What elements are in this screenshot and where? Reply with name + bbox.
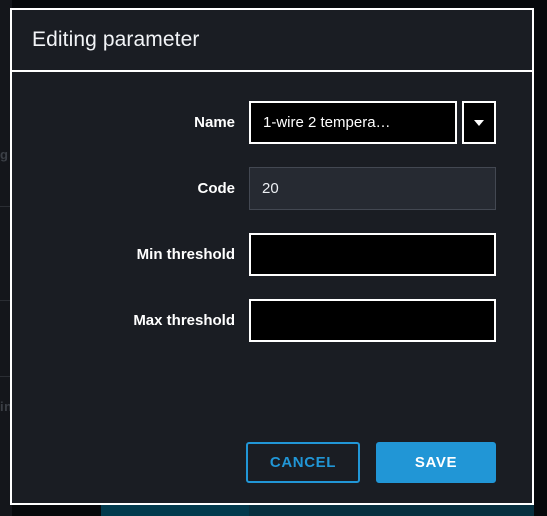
chevron-down-icon xyxy=(474,119,484,126)
min-threshold-label: Min threshold xyxy=(136,246,235,263)
editing-parameter-dialog: Editing parameter Name 1-wire 2 tempera…… xyxy=(10,8,534,505)
code-label: Code xyxy=(197,180,236,197)
dialog-header: Editing parameter xyxy=(12,10,532,72)
code-input xyxy=(249,167,496,210)
form-row-max-threshold: Max threshold xyxy=(12,299,532,342)
name-select-dropdown-button[interactable] xyxy=(462,101,496,144)
name-field-wrap: 1-wire 2 tempera… xyxy=(249,101,496,144)
backdrop-highlight-bar xyxy=(101,505,249,516)
dialog-body: Name 1-wire 2 tempera… Code Min threshol… xyxy=(12,72,532,503)
form-row-code: Code xyxy=(12,167,532,210)
save-button[interactable]: SAVE xyxy=(376,442,496,483)
max-threshold-input[interactable] xyxy=(249,299,496,342)
backdrop-divider xyxy=(0,206,10,207)
backdrop-ghost-text-1: g xyxy=(0,147,9,162)
name-select[interactable]: 1-wire 2 tempera… xyxy=(249,101,457,144)
dialog-title: Editing parameter xyxy=(32,28,200,51)
min-threshold-field-wrap xyxy=(249,233,496,276)
form-row-name: Name 1-wire 2 tempera… xyxy=(12,101,532,144)
backdrop-divider xyxy=(0,376,10,377)
backdrop-divider xyxy=(0,300,10,301)
min-threshold-input[interactable] xyxy=(249,233,496,276)
cancel-button[interactable]: CANCEL xyxy=(245,442,360,483)
backdrop-highlight-bar-secondary xyxy=(249,505,534,516)
max-threshold-label: Max threshold xyxy=(133,312,235,329)
form-row-min-threshold: Min threshold xyxy=(12,233,532,276)
dialog-action-bar: CANCEL SAVE xyxy=(12,442,496,483)
name-label: Name xyxy=(194,114,235,131)
name-select-value: 1-wire 2 tempera… xyxy=(263,114,391,131)
max-threshold-field-wrap xyxy=(249,299,496,342)
code-field-wrap xyxy=(249,167,496,210)
